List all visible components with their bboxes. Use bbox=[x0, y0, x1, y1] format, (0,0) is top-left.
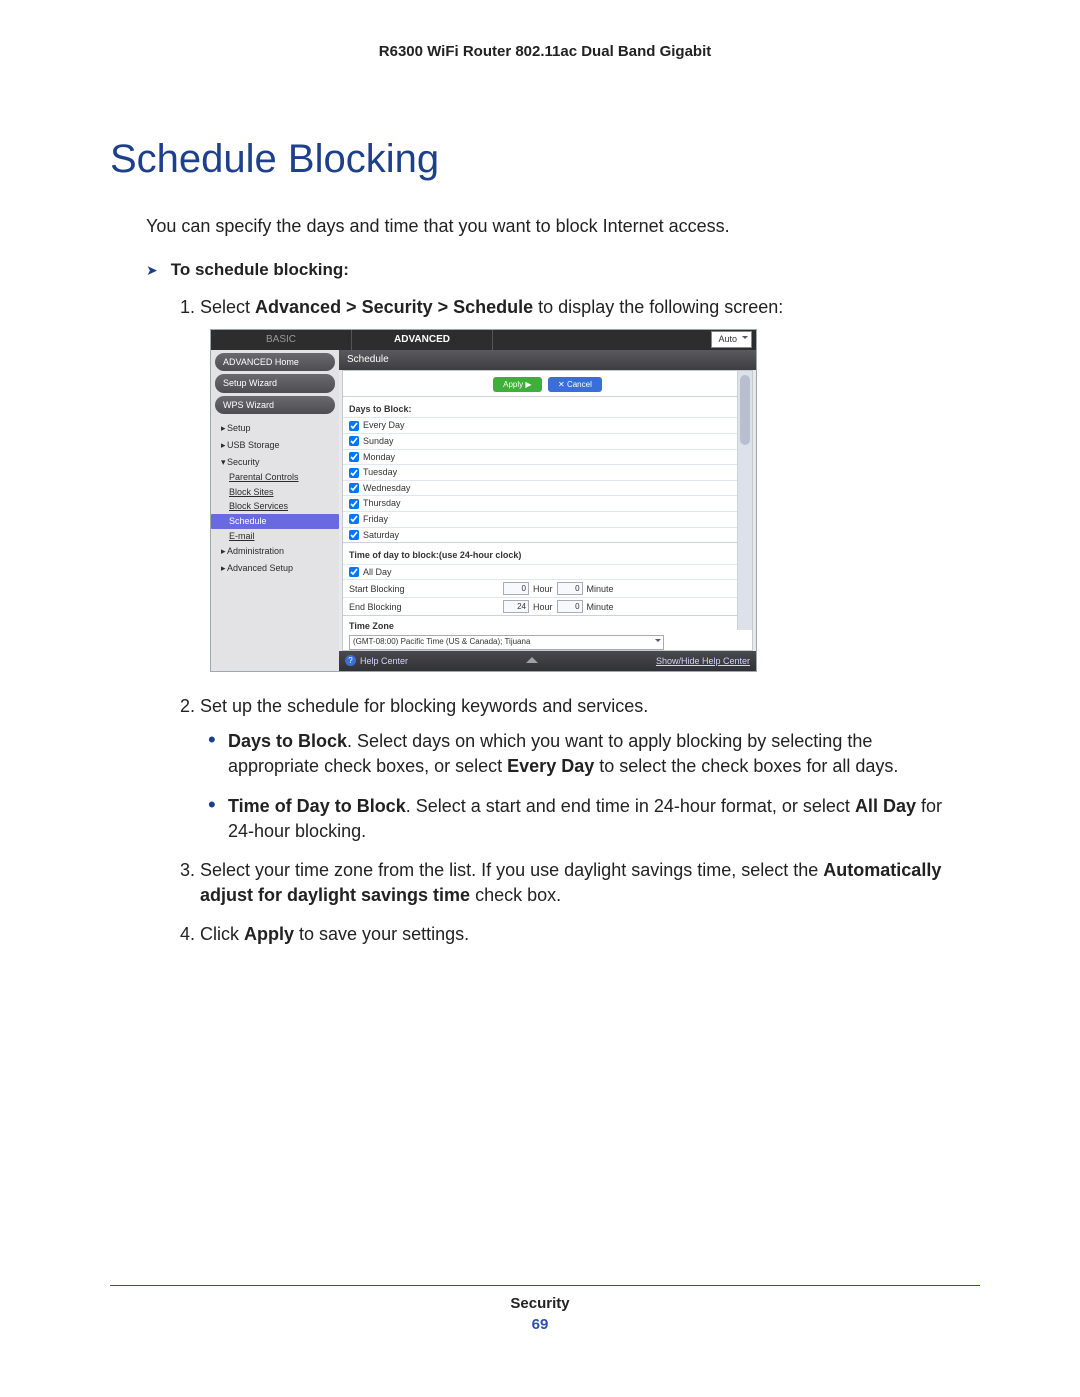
end-min-input[interactable]: 0 bbox=[557, 600, 583, 613]
sidebar-sub-schedule[interactable]: Schedule bbox=[211, 514, 339, 529]
bullet-time: Time of Day to Block. Select a start and… bbox=[200, 794, 960, 844]
help-icon[interactable]: ? bbox=[345, 655, 356, 666]
timezone-title: Time Zone bbox=[349, 620, 746, 635]
footer-rule bbox=[110, 1285, 980, 1287]
sidebar-item-setup[interactable]: ▸Setup bbox=[211, 420, 339, 437]
step1-pre: Select bbox=[200, 297, 255, 317]
time-of-day-title: Time of day to block:(use 24-hour clock) bbox=[343, 542, 752, 564]
router-ui-screenshot: BASIC ADVANCED Auto ADVANCED Home Setup … bbox=[210, 329, 757, 672]
procedure-label: To schedule blocking: bbox=[171, 260, 349, 279]
cancel-button[interactable]: ✕ Cancel bbox=[548, 377, 602, 392]
start-blocking-label: Start Blocking bbox=[349, 583, 499, 596]
sidebar-setup-wizard[interactable]: Setup Wizard bbox=[215, 374, 335, 393]
cb-every-day[interactable] bbox=[349, 421, 359, 431]
sidebar-wps-wizard[interactable]: WPS Wizard bbox=[215, 396, 335, 415]
step-3: Select your time zone from the list. If … bbox=[200, 858, 960, 908]
sidebar-sub-email[interactable]: E-mail bbox=[211, 529, 339, 544]
sidebar-item-admin[interactable]: ▸Administration bbox=[211, 543, 339, 560]
toggle-help-link[interactable]: Show/Hide Help Center bbox=[656, 655, 750, 668]
cb-saturday[interactable] bbox=[349, 530, 359, 540]
page-footer: Security 69 bbox=[0, 1295, 1080, 1333]
sidebar-sub-block-services[interactable]: Block Services bbox=[211, 499, 339, 514]
doc-header: R6300 WiFi Router 802.11ac Dual Band Gig… bbox=[110, 42, 980, 62]
sidebar-sub-block-sites[interactable]: Block Sites bbox=[211, 485, 339, 500]
help-center-link[interactable]: Help Center bbox=[360, 655, 408, 668]
scrollbar[interactable] bbox=[737, 371, 752, 630]
expand-up-icon[interactable] bbox=[526, 651, 538, 663]
sidebar-advanced-home[interactable]: ADVANCED Home bbox=[215, 353, 335, 372]
sidebar-item-adv-setup[interactable]: ▸Advanced Setup bbox=[211, 560, 339, 577]
step-1: Select Advanced > Security > Schedule to… bbox=[200, 295, 960, 672]
end-blocking-label: End Blocking bbox=[349, 601, 499, 614]
section-title: Schedule Blocking bbox=[110, 132, 980, 186]
cb-friday[interactable] bbox=[349, 514, 359, 524]
end-hour-input[interactable]: 24 bbox=[503, 600, 529, 613]
step2-text: Set up the schedule for blocking keyword… bbox=[200, 696, 648, 716]
days-to-block-title: Days to Block: bbox=[343, 397, 752, 418]
intro-text: You can specify the days and time that y… bbox=[146, 214, 980, 238]
start-min-input[interactable]: 0 bbox=[557, 582, 583, 595]
step1-post: to display the following screen: bbox=[533, 297, 783, 317]
start-hour-input[interactable]: 0 bbox=[503, 582, 529, 595]
sidebar-item-usb[interactable]: ▸USB Storage bbox=[211, 437, 339, 454]
sidebar-sub-parental[interactable]: Parental Controls bbox=[211, 470, 339, 485]
timezone-select[interactable]: (GMT-08:00) Pacific Time (US & Canada); … bbox=[349, 635, 664, 650]
cb-all-day[interactable] bbox=[349, 567, 359, 577]
tab-advanced[interactable]: ADVANCED bbox=[352, 330, 493, 350]
sidebar: ADVANCED Home Setup Wizard WPS Wizard ▸S… bbox=[211, 350, 339, 671]
procedure-heading: ➤ To schedule blocking: bbox=[146, 257, 980, 282]
footer-page-number: 69 bbox=[0, 1316, 1080, 1333]
step-2: Set up the schedule for blocking keyword… bbox=[200, 694, 960, 844]
chevron-right-icon: ➤ bbox=[146, 262, 158, 278]
cb-tuesday[interactable] bbox=[349, 468, 359, 478]
bullet-days: Days to Block. Select days on which you … bbox=[200, 729, 960, 779]
tab-basic[interactable]: BASIC bbox=[211, 330, 352, 350]
panel-title: Schedule bbox=[339, 350, 756, 370]
footer-section: Security bbox=[510, 1295, 569, 1312]
sidebar-item-security[interactable]: ▾Security bbox=[211, 454, 339, 471]
step-4: Click Apply to save your settings. bbox=[200, 922, 960, 947]
cb-thursday[interactable] bbox=[349, 499, 359, 509]
step1-path: Advanced > Security > Schedule bbox=[255, 297, 533, 317]
cb-monday[interactable] bbox=[349, 452, 359, 462]
cb-sunday[interactable] bbox=[349, 436, 359, 446]
language-select[interactable]: Auto bbox=[711, 331, 752, 348]
apply-button[interactable]: Apply ▶ bbox=[493, 377, 541, 392]
cb-wednesday[interactable] bbox=[349, 483, 359, 493]
